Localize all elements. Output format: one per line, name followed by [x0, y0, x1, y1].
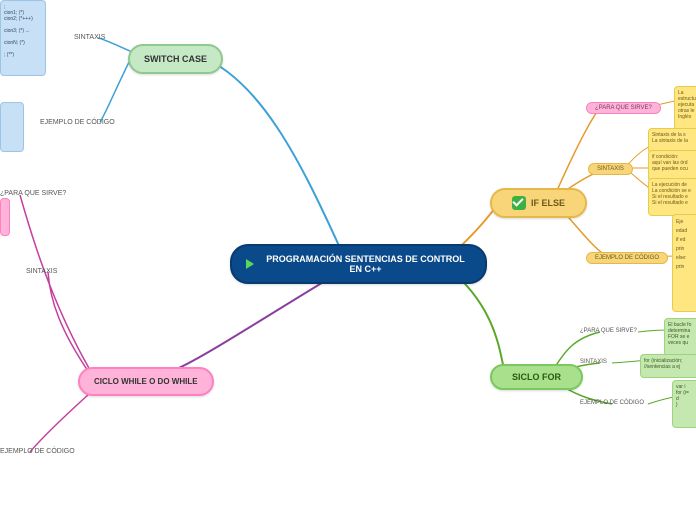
ifelse-example-box: Eje edad if ed prin else: prin	[672, 214, 696, 312]
center-node[interactable]: PROGRAMACIÓN SENTENCIAS DE CONTROL EN C+…	[230, 244, 487, 284]
ifelse-syntax-box3: La ejecución de La condición se e Si el …	[648, 178, 696, 216]
check-icon	[512, 196, 526, 210]
switch-syntax-box: ; cion1; (*) cion2; (*+++) cion3; (*) ..…	[0, 0, 46, 76]
center-title: PROGRAMACIÓN SENTENCIAS DE CONTROL EN C+…	[260, 254, 471, 274]
while-purpose-box	[0, 198, 10, 236]
for-purpose-label: ¿PARA QUE SIRVE?	[580, 328, 637, 334]
for-example-label: EJEMPLO DE CÓDIGO	[580, 400, 644, 406]
while-purpose-label: ¿PARA QUE SIRVE?	[0, 190, 66, 197]
while-title: CICLO WHILE O DO WHILE	[94, 377, 198, 386]
for-purpose-box: El bucle fo determina FOR se e veces qu	[664, 318, 696, 356]
for-syntax-box: for (inicialización; //sentencias a ej	[640, 354, 696, 378]
ifelse-purpose-label: ¿PARA QUE SIRVE?	[586, 102, 661, 114]
switch-title: SWITCH CASE	[144, 54, 207, 64]
ifelse-syntax-label: SINTAXIS	[588, 163, 633, 175]
switch-syntax-label: SINTAXIS	[74, 34, 105, 41]
switch-example-label: EJEMPLO DE CÓDIGO	[40, 119, 115, 126]
while-node[interactable]: CICLO WHILE O DO WHILE	[78, 367, 214, 396]
flag-icon	[246, 259, 254, 269]
switch-example-box	[0, 102, 24, 152]
ifelse-node[interactable]: IF ELSE	[490, 188, 587, 218]
for-syntax-label: SINTAXIS	[580, 359, 607, 365]
ifelse-purpose-box: La estructura ejecuta otras le Inglés	[674, 86, 696, 130]
for-title: SICLO FOR	[512, 372, 561, 382]
for-example-box: var i for (i= d }	[672, 380, 696, 428]
switch-node[interactable]: SWITCH CASE	[128, 44, 223, 74]
ifelse-title: IF ELSE	[531, 198, 565, 208]
for-node[interactable]: SICLO FOR	[490, 364, 583, 390]
ifelse-example-label: EJEMPLO DE CÓDIGO	[586, 252, 668, 264]
while-example-label: EJEMPLO DE CÓDIGO	[0, 448, 75, 455]
while-syntax-label: SINTAXIS	[26, 268, 57, 275]
